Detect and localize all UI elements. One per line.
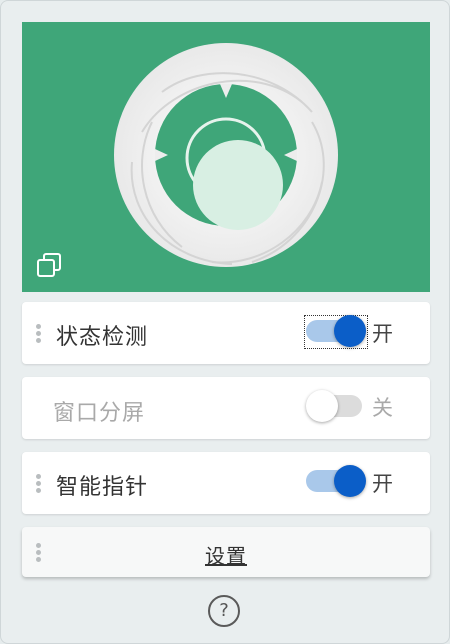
row-label: 窗口分屏 bbox=[53, 401, 146, 426]
preview-area bbox=[22, 22, 430, 292]
settings-link[interactable]: 设置 bbox=[22, 540, 430, 569]
help-icon[interactable]: ? bbox=[208, 595, 240, 627]
row-label: 智能指针 bbox=[56, 475, 149, 500]
toggle-state-text: 开 bbox=[372, 472, 393, 496]
split-screen-toggle[interactable] bbox=[306, 390, 366, 422]
toggle-state-text: 开 bbox=[372, 322, 393, 346]
drag-handle-icon[interactable] bbox=[36, 474, 42, 494]
toggle-state-text: 关 bbox=[372, 396, 393, 420]
status-detection-toggle[interactable] bbox=[304, 315, 368, 349]
row-split-screen: 窗口分屏 关 bbox=[22, 377, 430, 439]
window-restore-icon[interactable] bbox=[36, 252, 62, 278]
drag-handle-icon[interactable] bbox=[36, 324, 42, 344]
row-smart-pointer: 智能指针 开 bbox=[22, 452, 430, 514]
row-label: 状态检测 bbox=[56, 325, 149, 350]
row-status-detection: 状态检测 开 bbox=[22, 302, 430, 364]
aperture-logo bbox=[114, 43, 338, 267]
panel-frame: 状态检测 开 窗口分屏 关 智能指针 开 设置 ? bbox=[0, 0, 450, 644]
settings-row: 设置 bbox=[22, 527, 430, 577]
smart-pointer-toggle[interactable] bbox=[306, 465, 366, 497]
